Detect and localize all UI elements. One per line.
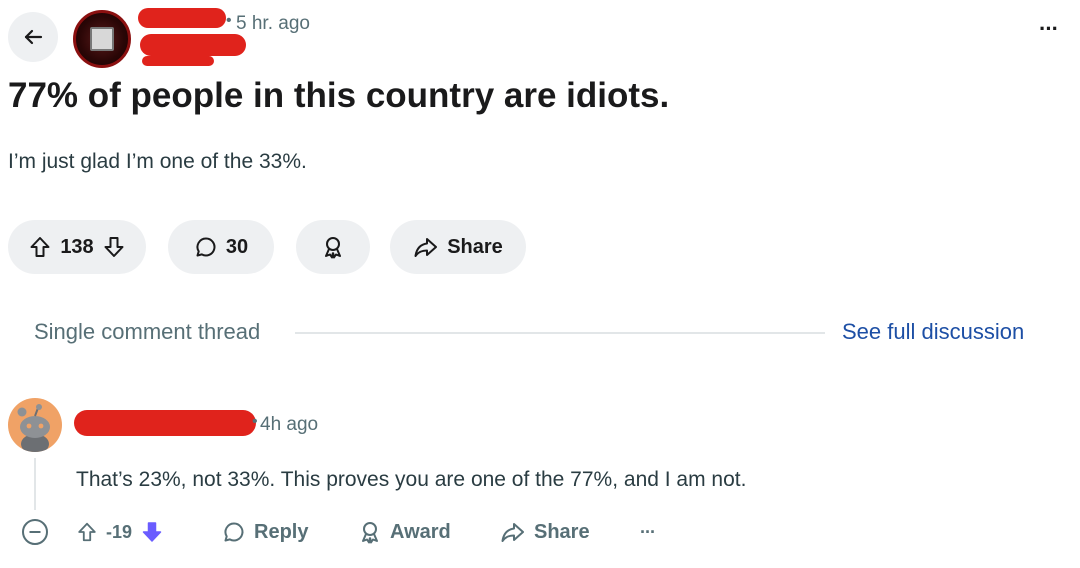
reply-label: Reply bbox=[254, 520, 309, 543]
back-button[interactable] bbox=[8, 12, 58, 62]
post-timestamp: 5 hr. ago bbox=[236, 13, 310, 34]
comment-bubble-icon bbox=[196, 237, 216, 257]
single-thread-label: Single comment thread bbox=[34, 319, 261, 344]
comment-count: 30 bbox=[225, 235, 249, 258]
arrow-left-icon bbox=[24, 29, 43, 45]
comment-score: -19 bbox=[106, 521, 133, 542]
divider bbox=[295, 332, 825, 334]
redacted-username-extra bbox=[142, 56, 214, 66]
comment-vote-group: -19 bbox=[76, 520, 164, 544]
comment-actions bbox=[20, 512, 50, 552]
award-action[interactable]: Award bbox=[358, 520, 451, 544]
comment-share-button[interactable]: Share bbox=[500, 512, 590, 552]
redacted-subreddit-name bbox=[138, 8, 226, 28]
vote-pill: 138 bbox=[8, 220, 146, 274]
commenter-avatar[interactable] bbox=[8, 398, 62, 452]
comment-more-button[interactable]: ··· bbox=[640, 512, 656, 552]
redacted-username bbox=[140, 34, 246, 56]
share-label: Share bbox=[447, 235, 503, 258]
share-action[interactable]: Share bbox=[500, 520, 590, 544]
collapse-minus-icon[interactable] bbox=[20, 517, 50, 547]
comment-award-button[interactable]: Award bbox=[358, 512, 451, 552]
comment-vote: -19 bbox=[76, 512, 164, 552]
meta-separator: • bbox=[226, 12, 232, 29]
subreddit-avatar[interactable] bbox=[73, 10, 131, 68]
share-arrow-icon bbox=[414, 238, 438, 257]
comments-button[interactable]: 30 bbox=[168, 220, 274, 274]
downvote-arrow-icon[interactable] bbox=[102, 235, 126, 259]
more-horizontal-icon[interactable]: ··· bbox=[1039, 18, 1059, 40]
upvote-arrow-icon[interactable] bbox=[28, 235, 52, 259]
redacted-commenter-name bbox=[74, 410, 256, 436]
see-full-discussion-link[interactable]: See full discussion bbox=[842, 319, 1024, 345]
award-icon bbox=[362, 522, 378, 544]
post-body: I’m just glad I’m one of the 33%. bbox=[8, 150, 307, 173]
snoo-avatar-icon bbox=[17, 404, 50, 452]
subreddit-logo-icon bbox=[90, 27, 114, 51]
share-label: Share bbox=[534, 520, 590, 543]
award-icon bbox=[325, 237, 341, 259]
award-label: Award bbox=[390, 520, 451, 543]
comment-body: That’s 23%, not 33%. This proves you are… bbox=[76, 468, 747, 491]
reply-action[interactable]: Reply bbox=[222, 520, 308, 544]
upvote-count: 138 bbox=[60, 235, 94, 258]
share-arrow-icon bbox=[501, 523, 524, 542]
comment-reply-button[interactable]: Reply bbox=[222, 512, 308, 552]
more-horizontal-icon[interactable]: ··· bbox=[640, 522, 656, 543]
comment-bubble-icon bbox=[224, 522, 244, 542]
comment-timestamp: 4h ago bbox=[260, 414, 319, 435]
thread-line bbox=[34, 458, 36, 510]
share-button[interactable]: Share bbox=[390, 220, 526, 274]
upvote-arrow-icon[interactable] bbox=[76, 521, 98, 543]
meta-separator: • bbox=[252, 413, 258, 430]
award-button[interactable] bbox=[296, 220, 370, 274]
downvote-arrow-icon[interactable] bbox=[140, 520, 164, 544]
post-title: 77% of people in this country are idiots… bbox=[8, 76, 670, 115]
